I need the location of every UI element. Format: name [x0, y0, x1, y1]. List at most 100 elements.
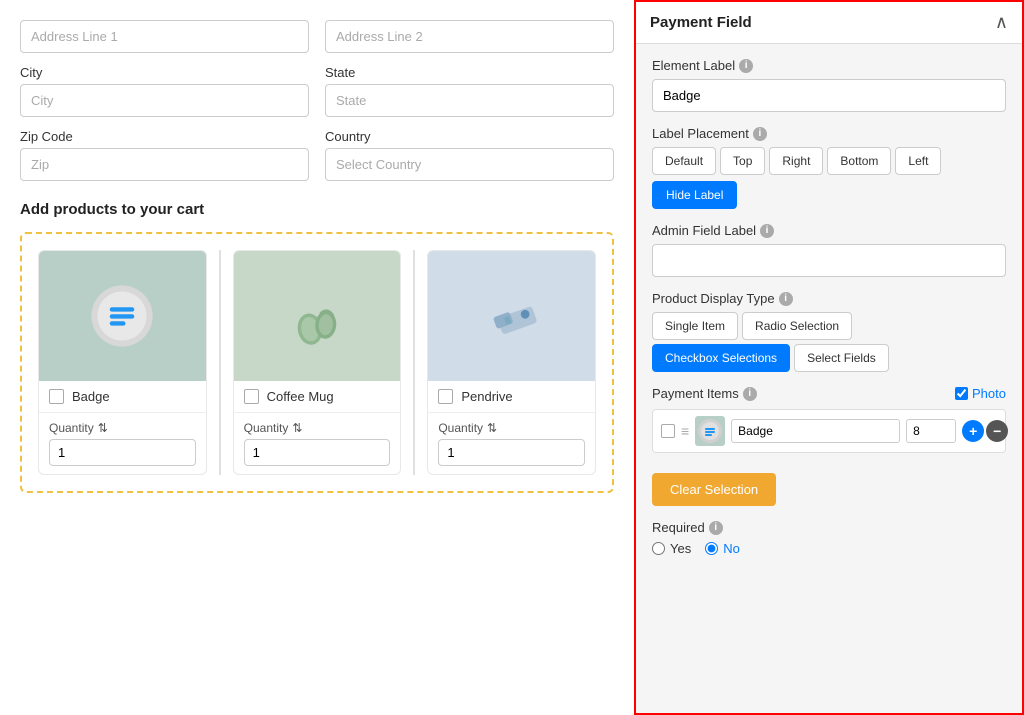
- placement-bottom-btn[interactable]: Bottom: [827, 147, 891, 175]
- label-placement-heading: Label Placement i: [652, 126, 1006, 141]
- badge-quantity-label: Quantity ⇅: [49, 421, 196, 435]
- required-yes-radio[interactable]: [652, 542, 665, 555]
- drag-icon: ≡: [681, 423, 689, 439]
- city-input[interactable]: [20, 84, 309, 117]
- payment-items-group: Payment Items i Photo ≡: [652, 386, 1006, 453]
- radio-selection-btn[interactable]: Radio Selection: [742, 312, 852, 340]
- address-row: [20, 20, 614, 53]
- required-no-label: No: [723, 541, 740, 556]
- products-container: Badge Quantity ⇅: [20, 232, 614, 493]
- placement-btn-group: Default Top Right Bottom Left: [652, 147, 1006, 175]
- address-line-1-group: [20, 20, 309, 53]
- item-checkbox[interactable]: [661, 424, 675, 438]
- display-type-btn-group: Single Item Radio Selection: [652, 312, 1006, 340]
- coffeemug-quantity-label: Quantity ⇅: [244, 421, 391, 435]
- zip-label: Zip Code: [20, 129, 309, 144]
- product-display-type-heading: Product Display Type i: [652, 291, 1006, 306]
- product-display-info-icon: i: [779, 292, 793, 306]
- single-item-btn[interactable]: Single Item: [652, 312, 738, 340]
- admin-field-label-input[interactable]: [652, 244, 1006, 277]
- state-group: State: [325, 65, 614, 117]
- placement-top-btn[interactable]: Top: [720, 147, 765, 175]
- placement-default-btn[interactable]: Default: [652, 147, 716, 175]
- quantity-sort-icon-2: ⇅: [292, 421, 302, 435]
- hide-label-btn[interactable]: Hide Label: [652, 181, 737, 209]
- zip-input[interactable]: [20, 148, 309, 181]
- pendrive-name: Pendrive: [461, 389, 512, 404]
- item-price-input[interactable]: [906, 419, 956, 443]
- coffeemug-quantity-input[interactable]: [244, 439, 391, 466]
- badge-quantity-input[interactable]: [49, 439, 196, 466]
- required-info-icon: i: [709, 521, 723, 535]
- pendrive-checkbox[interactable]: [438, 389, 453, 404]
- quantity-sort-icon-3: ⇅: [487, 421, 497, 435]
- product-card-coffeemug: Coffee Mug Quantity ⇅: [233, 250, 402, 475]
- admin-field-label-group: Admin Field Label i: [652, 223, 1006, 277]
- placement-left-btn[interactable]: Left: [895, 147, 941, 175]
- product-image-badge: [39, 251, 206, 381]
- badge-quantity-section: Quantity ⇅: [39, 412, 206, 474]
- label-placement-group: Label Placement i Default Top Right Bott…: [652, 126, 1006, 209]
- item-actions: + −: [962, 420, 1008, 442]
- city-group: City: [20, 65, 309, 117]
- badge-name: Badge: [72, 389, 110, 404]
- required-no-radio[interactable]: [705, 542, 718, 555]
- clear-selection-btn[interactable]: Clear Selection: [652, 473, 776, 506]
- state-input[interactable]: [325, 84, 614, 117]
- product-image-coffeemug: [234, 251, 401, 381]
- payment-items-info-icon: i: [743, 387, 757, 401]
- item-name-input[interactable]: [731, 419, 900, 443]
- coffeemug-name: Coffee Mug: [267, 389, 334, 404]
- required-no-option: No: [705, 541, 740, 556]
- required-options: Yes No: [652, 541, 1006, 556]
- product-image-pendrive: [428, 251, 595, 381]
- payment-item-row: ≡ + −: [652, 409, 1006, 453]
- city-label: City: [20, 65, 309, 80]
- select-fields-btn[interactable]: Select Fields: [794, 344, 889, 372]
- pendrive-quantity-label: Quantity ⇅: [438, 421, 585, 435]
- product-info-pendrive: Pendrive: [428, 381, 595, 412]
- photo-checkbox-input[interactable]: [955, 387, 968, 400]
- admin-field-info-icon: i: [760, 224, 774, 238]
- right-panel: Payment Field ∧ Element Label i Label Pl…: [634, 0, 1024, 715]
- divider-1: [219, 250, 221, 475]
- element-label-heading: Element Label i: [652, 58, 1006, 73]
- admin-field-label-heading: Admin Field Label i: [652, 223, 1006, 238]
- pendrive-quantity-section: Quantity ⇅: [428, 412, 595, 474]
- pendrive-quantity-input[interactable]: [438, 439, 585, 466]
- coffeemug-checkbox[interactable]: [244, 389, 259, 404]
- city-state-row: City State: [20, 65, 614, 117]
- product-display-type-group: Product Display Type i Single Item Radio…: [652, 291, 1006, 372]
- address-line-2-group: [325, 20, 614, 53]
- required-group: Required i Yes No: [652, 520, 1006, 556]
- checkbox-selections-btn[interactable]: Checkbox Selections: [652, 344, 790, 372]
- product-card-pendrive: Pendrive Quantity ⇅: [427, 250, 596, 475]
- element-label-input[interactable]: [652, 79, 1006, 112]
- panel-title: Payment Field: [650, 14, 752, 31]
- product-card-badge: Badge Quantity ⇅: [38, 250, 207, 475]
- required-label: Required i: [652, 520, 1006, 535]
- label-placement-info-icon: i: [753, 127, 767, 141]
- coffeemug-quantity-section: Quantity ⇅: [234, 412, 401, 474]
- country-select[interactable]: [325, 148, 614, 181]
- product-info-coffeemug: Coffee Mug: [234, 381, 401, 412]
- address-line-2-input[interactable]: [325, 20, 614, 53]
- badge-checkbox[interactable]: [49, 389, 64, 404]
- required-yes-option: Yes: [652, 541, 691, 556]
- element-label-info-icon: i: [739, 59, 753, 73]
- panel-header: Payment Field ∧: [636, 2, 1022, 44]
- products-section-title: Add products to your cart: [20, 201, 614, 218]
- placement-right-btn[interactable]: Right: [769, 147, 823, 175]
- element-label-group: Element Label i: [652, 58, 1006, 112]
- photo-checkbox: Photo: [955, 386, 1006, 401]
- collapse-icon[interactable]: ∧: [995, 12, 1008, 33]
- state-label: State: [325, 65, 614, 80]
- zip-group: Zip Code: [20, 129, 309, 181]
- address-line-1-input[interactable]: [20, 20, 309, 53]
- add-item-btn[interactable]: +: [962, 420, 984, 442]
- item-thumb: [695, 416, 725, 446]
- payment-items-label: Payment Items i: [652, 386, 757, 401]
- remove-item-btn[interactable]: −: [986, 420, 1008, 442]
- country-group: Country: [325, 129, 614, 181]
- required-yes-label: Yes: [670, 541, 691, 556]
